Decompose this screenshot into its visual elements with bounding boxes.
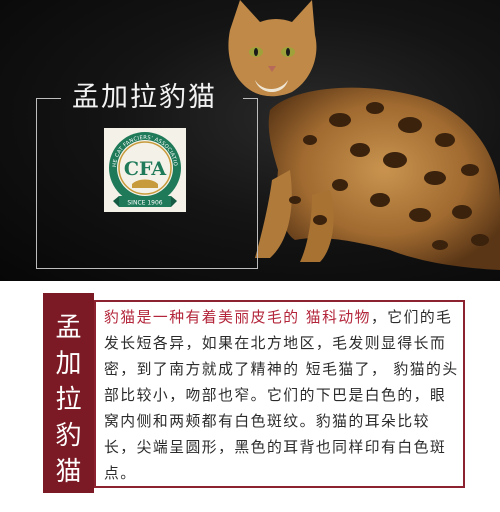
description-text: 豹猫是一种有着美丽皮毛的 猫科动物，它们的毛发长短各异，如果在北方地区，毛发则显…: [104, 305, 462, 487]
side-char-4: 豹: [55, 421, 82, 451]
hero-panel: 孟加拉豹猫 CFA SINCE 1906 THE CAT FANCIERS' A…: [0, 0, 500, 281]
svg-text:CFA: CFA: [124, 158, 166, 180]
side-char-5: 猫: [55, 457, 82, 487]
side-char-1: 孟: [55, 313, 82, 343]
description-highlight: 豹猫是一种有着美丽皮毛的 猫科动物: [104, 309, 371, 326]
side-char-2: 加: [55, 349, 82, 379]
side-title-label: 孟 加 拉 豹 猫: [43, 310, 94, 490]
cfa-logo-icon: CFA SINCE 1906 THE CAT FANCIERS' ASSOCIA…: [104, 128, 186, 212]
description-body: ，它们的毛发长短各异，如果在北方地区，毛发则显得长而密，到了南方就成了精神的 短…: [104, 309, 459, 482]
logo-since-text: SINCE 1906: [127, 200, 162, 207]
page-title: 孟加拉豹猫: [72, 82, 217, 113]
side-char-3: 拉: [55, 385, 82, 415]
